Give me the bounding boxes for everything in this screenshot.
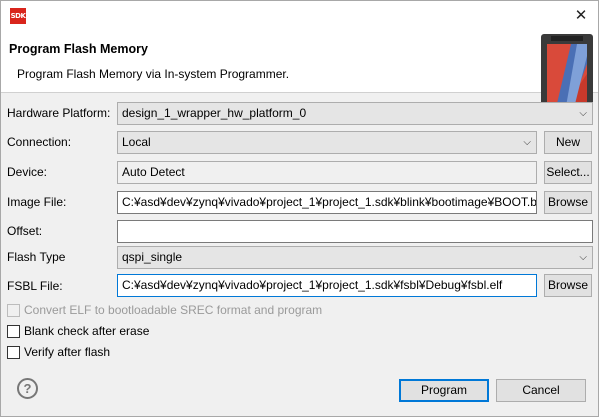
device-label: Device: (7, 165, 48, 179)
device-field: Auto Detect (117, 161, 537, 184)
dialog-header: Program Flash Memory Program Flash Memor… (1, 31, 598, 118)
sdk-app-icon: SDK (10, 8, 26, 24)
close-button[interactable]: ✕ (564, 1, 598, 31)
chevron-down-icon: ⌵ (579, 252, 587, 263)
blank-check-label[interactable]: Blank check after erase (24, 324, 149, 338)
select-device-button[interactable]: Select... (544, 161, 592, 184)
flash-type-select[interactable]: qspi_single ⌵ (117, 246, 593, 269)
blank-check-checkbox[interactable] (7, 325, 20, 338)
flash-type-value: qspi_single (122, 250, 183, 264)
help-icon[interactable]: ? (17, 378, 38, 399)
browse-image-button[interactable]: Browse (544, 191, 592, 214)
offset-label: Offset: (7, 224, 43, 238)
hardware-platform-select[interactable]: design_1_wrapper_hw_platform_0 ⌵ (117, 102, 593, 125)
verify-label[interactable]: Verify after flash (24, 345, 110, 359)
hardware-platform-value: design_1_wrapper_hw_platform_0 (122, 106, 307, 120)
dialog-subtitle: Program Flash Memory via In-system Progr… (17, 67, 290, 81)
verify-checkbox[interactable] (7, 346, 20, 359)
connection-value: Local (122, 135, 151, 149)
image-file-input[interactable]: C:¥asd¥dev¥zynq¥vivado¥project_1¥project… (117, 191, 537, 214)
hardware-platform-label: Hardware Platform: (7, 106, 111, 120)
chevron-down-icon: ⌵ (579, 108, 587, 119)
offset-input[interactable] (117, 220, 593, 243)
fsbl-file-input[interactable]: C:¥asd¥dev¥zynq¥vivado¥project_1¥project… (117, 274, 537, 297)
new-connection-button[interactable]: New (544, 131, 592, 154)
convert-elf-checkbox (7, 304, 20, 317)
cancel-button[interactable]: Cancel (496, 379, 586, 402)
program-flash-dialog: SDK ✕ Program Flash Memory Program Flash… (0, 0, 599, 417)
program-button[interactable]: Program (399, 379, 489, 402)
flash-type-label: Flash Type (7, 250, 66, 264)
chevron-down-icon: ⌵ (523, 137, 531, 148)
browse-fsbl-button[interactable]: Browse (544, 274, 592, 297)
connection-label: Connection: (7, 135, 72, 149)
dialog-title: Program Flash Memory (9, 42, 148, 56)
title-bar: SDK ✕ (1, 1, 598, 31)
connection-select[interactable]: Local ⌵ (117, 131, 537, 154)
fsbl-file-label: FSBL File: (7, 279, 63, 293)
image-file-label: Image File: (7, 195, 67, 209)
convert-elf-label: Convert ELF to bootloadable SREC format … (24, 303, 323, 317)
